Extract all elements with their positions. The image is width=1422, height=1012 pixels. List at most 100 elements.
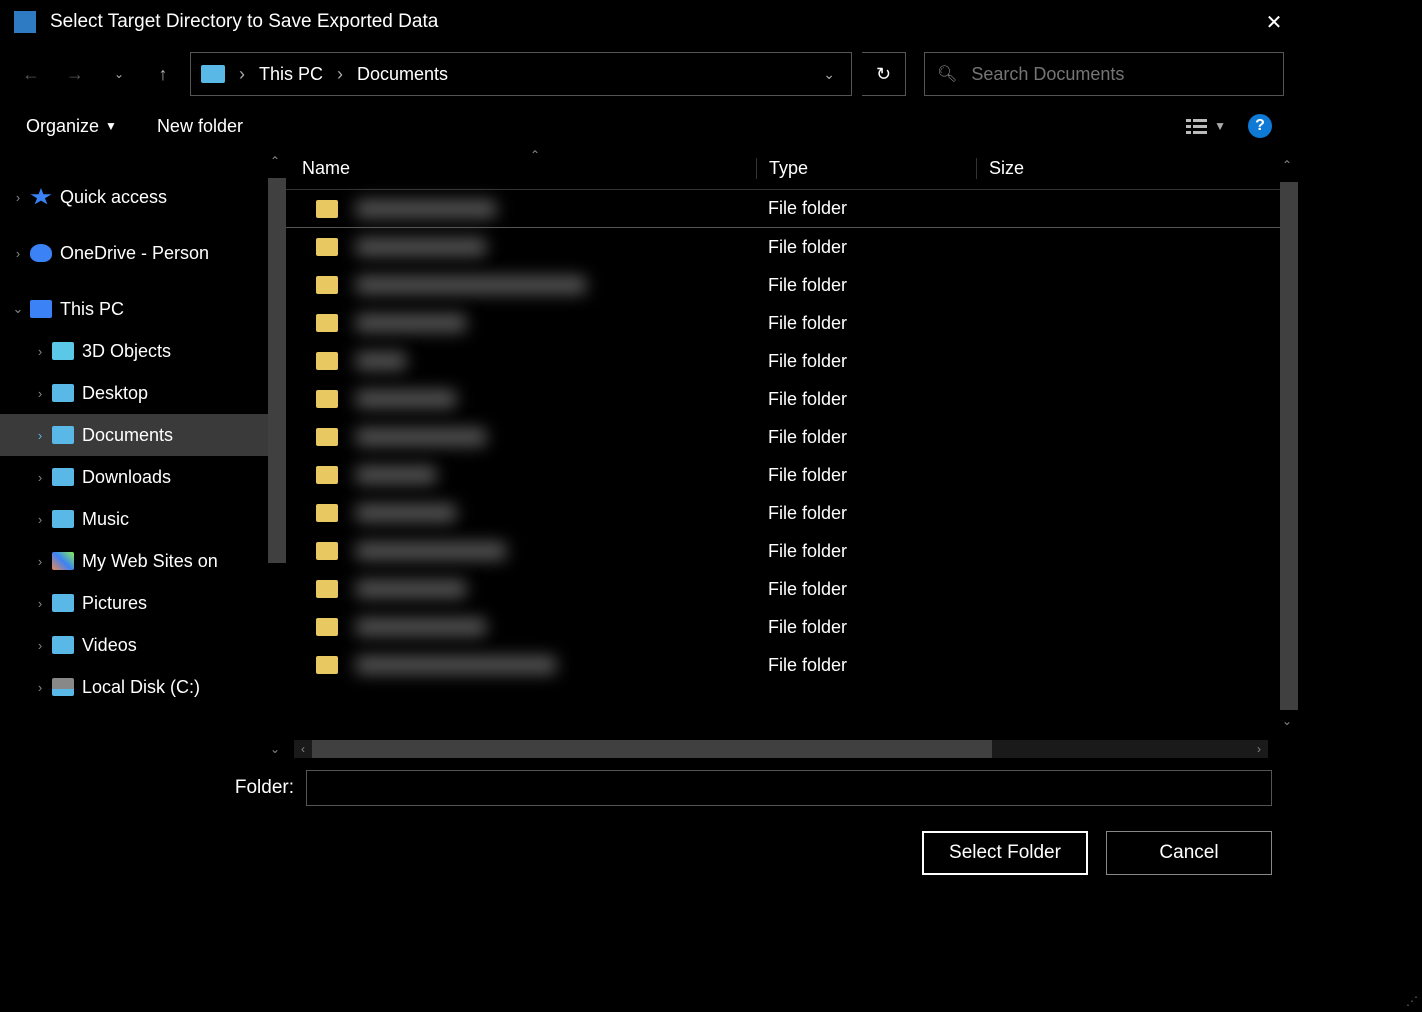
app-icon [14, 11, 36, 33]
select-folder-button[interactable]: Select Folder [922, 831, 1088, 875]
tree-item-documents[interactable]: ›Documents [0, 414, 286, 456]
scroll-right-icon[interactable]: › [1250, 742, 1268, 756]
scroll-left-icon[interactable]: ‹ [294, 742, 312, 756]
list-row[interactable]: File folder [286, 456, 1298, 494]
toolbar: Organize ▼ New folder ▼ ? [0, 104, 1298, 148]
list-scrollbar[interactable] [1280, 182, 1298, 710]
list-row[interactable]: File folder [286, 532, 1298, 570]
search-input[interactable] [971, 64, 1271, 85]
scroll-up-icon[interactable]: ⌃ [270, 154, 280, 168]
multi-icon [52, 552, 74, 570]
list-row[interactable]: File folder [286, 646, 1298, 684]
chevron-icon[interactable]: › [32, 470, 48, 485]
forward-button[interactable]: → [58, 57, 92, 91]
tree-item-label: Videos [82, 635, 137, 656]
tree-item-music[interactable]: › Music [0, 498, 286, 540]
list-row[interactable]: File folder [286, 494, 1298, 532]
chevron-icon[interactable]: › [32, 596, 48, 611]
up-button[interactable]: ↑ [146, 57, 180, 91]
organize-label: Organize [26, 116, 99, 137]
file-list: ⌃ Name Type Size File folderFile folderF… [286, 148, 1298, 758]
chevron-icon[interactable]: › [32, 680, 48, 695]
tree-item-desktop[interactable]: › Desktop [0, 372, 286, 414]
folder-icon [316, 314, 338, 332]
folder-blue-icon [52, 510, 74, 528]
file-name-redacted [356, 390, 456, 408]
folder-input[interactable] [306, 770, 1272, 806]
folder-icon [316, 200, 338, 218]
chevron-icon[interactable]: ⌄ [10, 301, 26, 317]
new-folder-label: New folder [157, 116, 243, 137]
tree-item-this-pc[interactable]: ⌄This PC [0, 288, 286, 330]
help-button[interactable]: ? [1248, 114, 1272, 138]
list-row[interactable]: File folder [286, 266, 1298, 304]
horizontal-scrollbar[interactable]: ‹ › [294, 740, 1268, 758]
list-row[interactable]: File folder [286, 608, 1298, 646]
cancel-button[interactable]: Cancel [1106, 831, 1272, 875]
scroll-down-icon[interactable]: ⌄ [270, 742, 280, 756]
chevron-icon[interactable]: › [32, 386, 48, 401]
tree-item-label: Desktop [82, 383, 148, 404]
tree-item-label: Pictures [82, 593, 147, 614]
list-row[interactable]: File folder [286, 418, 1298, 456]
file-name-redacted [356, 314, 466, 332]
cloud-icon [30, 244, 52, 262]
tree-item-pictures[interactable]: › Pictures [0, 582, 286, 624]
tree-item-label: Music [82, 509, 129, 530]
folder-icon [316, 352, 338, 370]
chevron-icon[interactable]: › [10, 190, 26, 205]
chevron-icon[interactable]: › [32, 512, 48, 527]
column-header-size[interactable]: Size [976, 158, 1298, 179]
list-row[interactable]: File folder [286, 570, 1298, 608]
tree-item-downloads[interactable]: ›Downloads [0, 456, 286, 498]
star-icon [30, 188, 52, 206]
file-name-redacted [356, 580, 466, 598]
chevron-icon[interactable]: › [32, 638, 48, 653]
close-button[interactable]: ✕ [1250, 0, 1298, 44]
breadcrumb[interactable]: › This PC › Documents ⌄ [190, 52, 852, 96]
chevron-icon[interactable]: › [10, 246, 26, 261]
list-row[interactable]: File folder [286, 228, 1298, 266]
list-view-icon [1186, 117, 1208, 135]
file-type: File folder [756, 198, 976, 219]
chevron-icon[interactable]: › [32, 554, 48, 569]
resize-grip[interactable]: ⋰ [1406, 994, 1418, 1008]
chevron-icon[interactable]: › [32, 428, 48, 443]
scrollbar-thumb[interactable] [312, 740, 992, 758]
tree-item-3d-objects[interactable]: ›3D Objects [0, 330, 286, 372]
breadcrumb-segment[interactable]: This PC [255, 64, 327, 85]
tree-scrollbar[interactable] [268, 178, 286, 563]
folder-name-row: Folder: [0, 758, 1298, 818]
refresh-button[interactable]: ↻ [862, 52, 906, 96]
recent-locations-dropdown[interactable]: ⌄ [102, 57, 136, 91]
list-row[interactable]: File folder [286, 190, 1298, 228]
file-type: File folder [756, 313, 976, 334]
list-row[interactable]: File folder [286, 304, 1298, 342]
list-row[interactable]: File folder [286, 342, 1298, 380]
back-button[interactable]: ← [14, 57, 48, 91]
column-header-name[interactable]: Name [286, 158, 756, 179]
organize-menu[interactable]: Organize ▼ [26, 116, 117, 137]
file-type: File folder [756, 541, 976, 562]
folder-icon [316, 238, 338, 256]
folder-blue-icon [52, 384, 74, 402]
search-box[interactable]: 🔍︎ [924, 52, 1284, 96]
tree-item-local-disk-c-[interactable]: ›Local Disk (C:) [0, 666, 286, 708]
sort-ascending-icon: ⌃ [530, 148, 540, 162]
chevron-icon[interactable]: › [32, 344, 48, 359]
breadcrumb-history-dropdown[interactable]: ⌄ [813, 66, 845, 83]
list-row[interactable]: File folder [286, 380, 1298, 418]
breadcrumb-segment[interactable]: Documents [353, 64, 452, 85]
tree-item-onedrive-person[interactable]: ›OneDrive - Person [0, 232, 286, 274]
column-header-type[interactable]: Type [756, 158, 976, 179]
folder-icon [316, 542, 338, 560]
view-options[interactable]: ▼ [1186, 117, 1226, 135]
tree-item-quick-access[interactable]: ›Quick access [0, 176, 286, 218]
tree-item-my-web-sites-on[interactable]: ›My Web Sites on [0, 540, 286, 582]
scroll-up-icon[interactable]: ⌃ [1282, 158, 1292, 172]
tree-item-videos[interactable]: › Videos [0, 624, 286, 666]
file-name-redacted [356, 200, 496, 218]
new-folder-button[interactable]: New folder [157, 116, 243, 137]
folder-icon [316, 618, 338, 636]
scroll-down-icon[interactable]: ⌄ [1282, 714, 1292, 728]
